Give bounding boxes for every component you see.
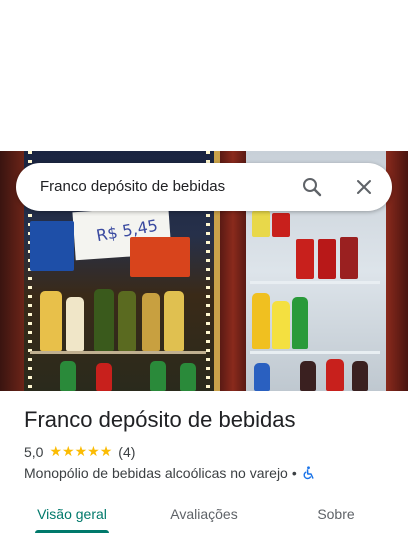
place-title: Franco depósito de bebidas (24, 407, 296, 432)
photo-bottle (40, 291, 62, 351)
photo-bottle (94, 289, 114, 351)
map-blank-area (0, 0, 408, 151)
photo-can (318, 239, 336, 279)
photo-bottle (60, 361, 76, 391)
photo-shelf (250, 281, 380, 284)
photo-shelf (250, 351, 380, 354)
star-icon: ★ (74, 444, 88, 460)
photo-can (252, 211, 270, 237)
photo-bottle (352, 361, 368, 391)
rating-stars: ★ ★ ★ ★ ★ (49, 445, 112, 459)
tab-overview[interactable]: Visão geral (24, 496, 120, 532)
photo-bottle (164, 291, 184, 351)
search-query-text[interactable]: Franco depósito de bebidas (40, 178, 225, 195)
review-count[interactable]: (4) (118, 444, 135, 460)
search-icon[interactable] (300, 175, 324, 199)
place-category[interactable]: Monopólio de bebidas alcoólicas no varej… (24, 465, 288, 481)
tab-reviews[interactable]: Avaliações (156, 496, 252, 532)
photo-bottle (96, 363, 112, 391)
rating-value: 5,0 (24, 444, 44, 460)
close-icon[interactable] (352, 175, 376, 199)
photo-bottle (326, 359, 344, 391)
photo-bottle (300, 361, 316, 391)
star-icon: ★ (99, 444, 113, 460)
photo-bottle (272, 301, 290, 349)
photo-can (296, 239, 314, 279)
photo-shelf (30, 351, 206, 354)
tab-about[interactable]: Sobre (288, 496, 384, 532)
photo-can (30, 221, 74, 271)
wheelchair-accessible-icon (301, 466, 315, 480)
photo-bottle (118, 291, 136, 351)
photo-bottle (150, 361, 166, 391)
photo-can (272, 213, 290, 237)
photo-bottle (142, 293, 160, 351)
rating-row[interactable]: 5,0 ★ ★ ★ ★ ★ (4) (24, 442, 135, 462)
photo-bottle (252, 293, 270, 349)
photo-bottle (254, 363, 270, 391)
star-icon: ★ (49, 444, 63, 460)
photo-bottle (66, 297, 84, 351)
photo-can (130, 237, 190, 277)
separator-dot: • (291, 465, 297, 481)
photo-can (340, 237, 358, 279)
category-row: Monopólio de bebidas alcoólicas no varej… (24, 463, 315, 483)
photo-bottle (292, 297, 308, 349)
search-bar[interactable]: Franco depósito de bebidas (16, 163, 392, 211)
active-tab-indicator (35, 530, 109, 533)
star-icon: ★ (87, 444, 100, 460)
photo-bottle (180, 363, 196, 391)
star-icon: ★ (62, 444, 75, 460)
place-tabs: Visão geral Avaliações Sobre (0, 496, 408, 542)
